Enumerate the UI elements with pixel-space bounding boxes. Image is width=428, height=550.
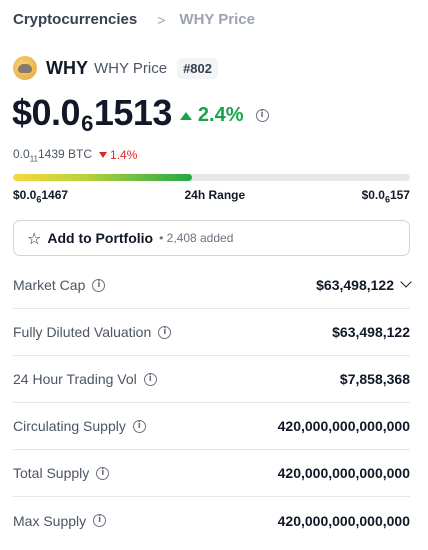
stat-label: Circulating Supply i xyxy=(13,418,146,434)
breadcrumb-cryptocurrencies-link[interactable]: Cryptocurrencies xyxy=(13,11,137,28)
stat-value[interactable]: $63,498,122 xyxy=(316,276,412,293)
stats-table: Market Cap i $63,498,122 Fully Diluted Va… xyxy=(13,262,412,544)
info-icon[interactable]: i xyxy=(255,109,269,122)
stat-label: Fully Diluted Valuation i xyxy=(13,324,172,340)
range-low: $0.061467 xyxy=(13,188,69,205)
btc-price-row: 0.0111439 BTC 1.4% xyxy=(13,147,137,163)
star-icon: ☆ xyxy=(27,228,42,248)
stat-value: $63,498,122 xyxy=(332,324,410,340)
why-coin-logo-icon xyxy=(13,56,37,80)
triangle-up-icon xyxy=(179,111,192,120)
info-icon[interactable]: i xyxy=(158,325,172,339)
coin-name: WHY Price xyxy=(94,59,168,77)
stat-row-market-cap: Market Cap i $63,498,122 xyxy=(13,262,412,309)
info-icon[interactable]: i xyxy=(93,514,107,527)
range-label: 24h Range xyxy=(184,188,246,202)
breadcrumb: Cryptocurrencies > WHY Price xyxy=(13,11,255,28)
price-change: 2.4% i xyxy=(179,104,269,127)
current-price: $0.061513 xyxy=(12,92,172,137)
range-high: $0.06157 xyxy=(361,188,410,205)
info-icon[interactable]: i xyxy=(96,466,110,480)
stat-row-circulating-supply: Circulating Supply i 420,000,000,000,000 xyxy=(13,403,410,450)
price-row: $0.061513 2.4% i xyxy=(12,93,269,137)
coin-symbol: WHY xyxy=(46,57,88,78)
rank-badge: #802 xyxy=(177,57,218,79)
portfolio-added-count: • 2,408 added xyxy=(159,231,234,245)
add-to-portfolio-label: Add to Portfolio xyxy=(47,230,154,246)
24h-range-bar xyxy=(13,174,410,181)
stat-value: 420,000,000,000,000 xyxy=(277,465,410,481)
stat-label: Market Cap i xyxy=(13,277,106,293)
stat-label: 24 Hour Trading Vol i xyxy=(13,371,157,387)
stat-row-total-supply: Total Supply i 420,000,000,000,000 xyxy=(13,450,410,497)
stat-label: Max Supply i xyxy=(13,513,107,529)
info-icon[interactable]: i xyxy=(92,278,106,292)
add-to-portfolio-button[interactable]: ☆ Add to Portfolio • 2,408 added xyxy=(13,220,410,256)
breadcrumb-current: WHY Price xyxy=(179,11,255,28)
stat-value: $7,858,368 xyxy=(339,371,410,387)
btc-price: 0.0111439 BTC xyxy=(13,147,93,164)
info-icon[interactable]: i xyxy=(132,419,146,433)
price-change-value: 2.4% xyxy=(197,104,244,126)
triangle-down-icon xyxy=(99,152,108,159)
24h-range-fill xyxy=(13,174,192,181)
stat-value: 420,000,000,000,000 xyxy=(277,512,410,529)
stat-row-trading-vol: 24 Hour Trading Vol i $7,858,368 xyxy=(13,356,410,403)
breadcrumb-separator: > xyxy=(157,11,166,28)
info-icon[interactable]: i xyxy=(143,372,157,386)
24h-range-labels: $0.061467 24h Range $0.06157 xyxy=(13,188,410,204)
stat-row-max-supply: Max Supply i 420,000,000,000,000 xyxy=(13,497,410,544)
stat-row-fdv: Fully Diluted Valuation i $63,498,122 xyxy=(13,309,410,356)
coin-header: WHY WHY Price #802 xyxy=(13,56,218,80)
stat-label: Total Supply i xyxy=(13,465,110,481)
stat-value: 420,000,000,000,000 xyxy=(277,418,410,434)
btc-price-change: 1.4% xyxy=(99,148,137,162)
chevron-down-icon[interactable] xyxy=(400,276,412,288)
